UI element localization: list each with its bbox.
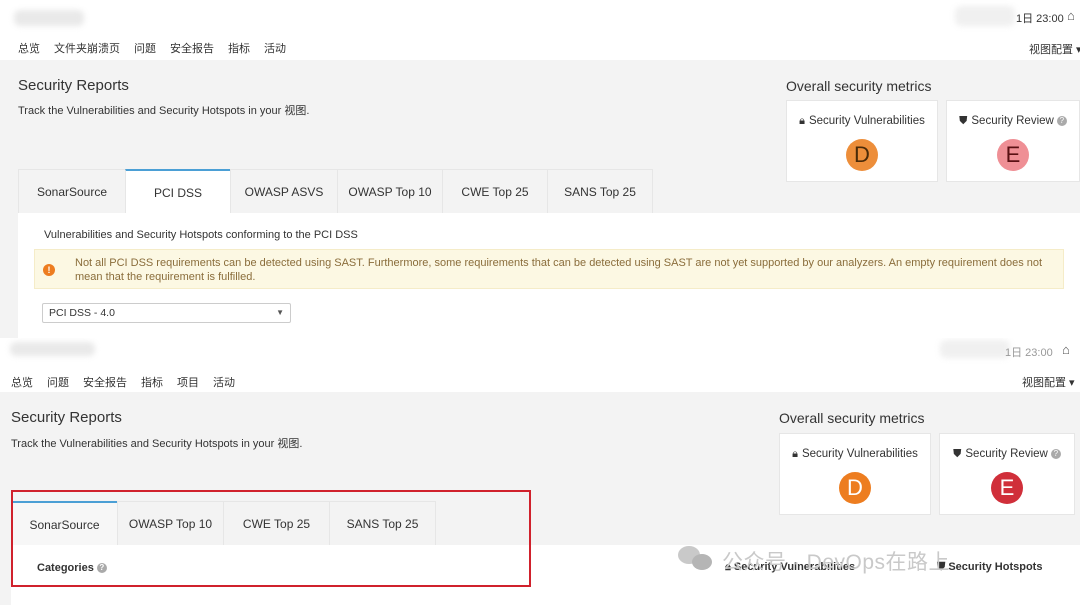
top-page-body: Security Reports Track the Vulnerabiliti…: [0, 60, 1080, 338]
page-title: Security Reports: [11, 409, 122, 426]
metric-card-security-review[interactable]: ⛊ Security Review? E: [939, 433, 1075, 515]
analysis-time: 1日 23:00: [1016, 13, 1064, 25]
blurred-project-name: [14, 10, 84, 26]
grade-badge-security-review[interactable]: E: [997, 139, 1029, 171]
view-config-label: 视图配置: [1029, 44, 1073, 56]
tab-owasp-asvs[interactable]: OWASP ASVS: [230, 169, 338, 213]
home-icon[interactable]: ⌂: [1067, 8, 1075, 23]
metric-vuln-text: Security Vulnerabilities: [801, 448, 918, 460]
metric-vuln-label: 🔒︎ Security Vulnerabilities: [780, 448, 930, 461]
blurred-analysis-info: [955, 6, 1015, 26]
metrics-title: Overall security metrics: [786, 78, 932, 94]
highlight-box: [11, 490, 531, 587]
lock-icon: 🔒︎: [799, 115, 805, 127]
standards-tabs: SonarSource PCI DSS OWASP ASVS OWASP Top…: [18, 169, 653, 213]
metric-vuln-label: 🔒︎ Security Vulnerabilities: [787, 115, 937, 128]
page-title: Security Reports: [18, 77, 129, 94]
tab-content-panel: Vulnerabilities and Security Hotspots co…: [18, 213, 1080, 338]
col-hotspots-label: Security Hotspots: [948, 561, 1043, 573]
column-header-hotspots: ⛊ Security Hotspots: [937, 561, 1042, 574]
page-description: Track the Vulnerabilities and Security H…: [11, 438, 303, 450]
pci-version-value: PCI DSS - 4.0: [49, 307, 115, 319]
top-screenshot-panel: 1日 23:00 ⌂ 总览 文件夹崩溃页 问题 安全报告 指标 活动 视图配置 …: [0, 0, 1080, 338]
grade-badge-vulnerabilities[interactable]: D: [839, 472, 871, 504]
shield-icon: ⛊: [953, 448, 962, 460]
metrics-title: Overall security metrics: [779, 410, 925, 426]
metric-review-label: ⛊ Security Review?: [947, 115, 1079, 128]
view-config-menu[interactable]: 视图配置 ▾: [1029, 41, 1080, 57]
grade-badge-vulnerabilities[interactable]: D: [846, 139, 878, 171]
lock-icon: 🔒︎: [792, 448, 798, 460]
tab-cwe-top25[interactable]: CWE Top 25: [442, 169, 548, 213]
grade-badge-security-review[interactable]: E: [991, 472, 1023, 504]
shield-icon: ⛊: [959, 115, 968, 127]
pci-version-select[interactable]: PCI DSS - 4.0 ▼: [42, 303, 291, 323]
metric-card-security-review[interactable]: ⛊ Security Review? E: [946, 100, 1080, 182]
view-config-menu[interactable]: 视图配置 ▾: [1022, 374, 1075, 390]
metric-card-vulnerabilities[interactable]: 🔒︎ Security Vulnerabilities D: [786, 100, 938, 182]
tab-sonarsource[interactable]: SonarSource: [18, 169, 126, 213]
metric-vuln-text: Security Vulnerabilities: [808, 115, 925, 127]
help-icon[interactable]: ?: [1050, 449, 1061, 459]
metric-review-text: Security Review: [971, 115, 1054, 127]
watermark-text: 公众号 · DevOps在路上: [722, 551, 951, 574]
warning-icon: !: [43, 264, 55, 276]
sast-warning-alert: ! Not all PCI DSS requirements can be de…: [34, 249, 1064, 289]
metric-review-text: Security Review: [965, 448, 1048, 460]
blurred-project-name: [10, 342, 95, 356]
chevron-down-icon: ▼: [276, 308, 284, 317]
bottom-header: 1日 23:00 ⌂ 总览 问题 安全报告 指标 项目 活动 视图配置 ▾: [0, 338, 1080, 397]
wechat-logo-icon: [678, 546, 712, 570]
tab-pci-dss[interactable]: PCI DSS: [125, 169, 231, 213]
conforming-text: Vulnerabilities and Security Hotspots co…: [44, 229, 358, 241]
top-header: 1日 23:00 ⌂ 总览 文件夹崩溃页 问题 安全报告 指标 活动 视图配置 …: [0, 0, 1080, 63]
help-icon[interactable]: ?: [1056, 116, 1067, 126]
page-description: Track the Vulnerabilities and Security H…: [18, 105, 310, 117]
analysis-time: 1日 23:00: [1005, 347, 1053, 359]
view-config-label: 视图配置: [1022, 377, 1066, 389]
warning-message: Not all PCI DSS requirements can be dete…: [75, 257, 1043, 283]
metric-card-vulnerabilities[interactable]: 🔒︎ Security Vulnerabilities D: [779, 433, 931, 515]
blurred-analysis-info: [940, 340, 1010, 358]
metric-review-label: ⛊ Security Review?: [940, 448, 1074, 461]
home-icon[interactable]: ⌂: [1062, 342, 1070, 357]
tab-sans-top25[interactable]: SANS Top 25: [547, 169, 653, 213]
tab-owasp-top10[interactable]: OWASP Top 10: [337, 169, 443, 213]
